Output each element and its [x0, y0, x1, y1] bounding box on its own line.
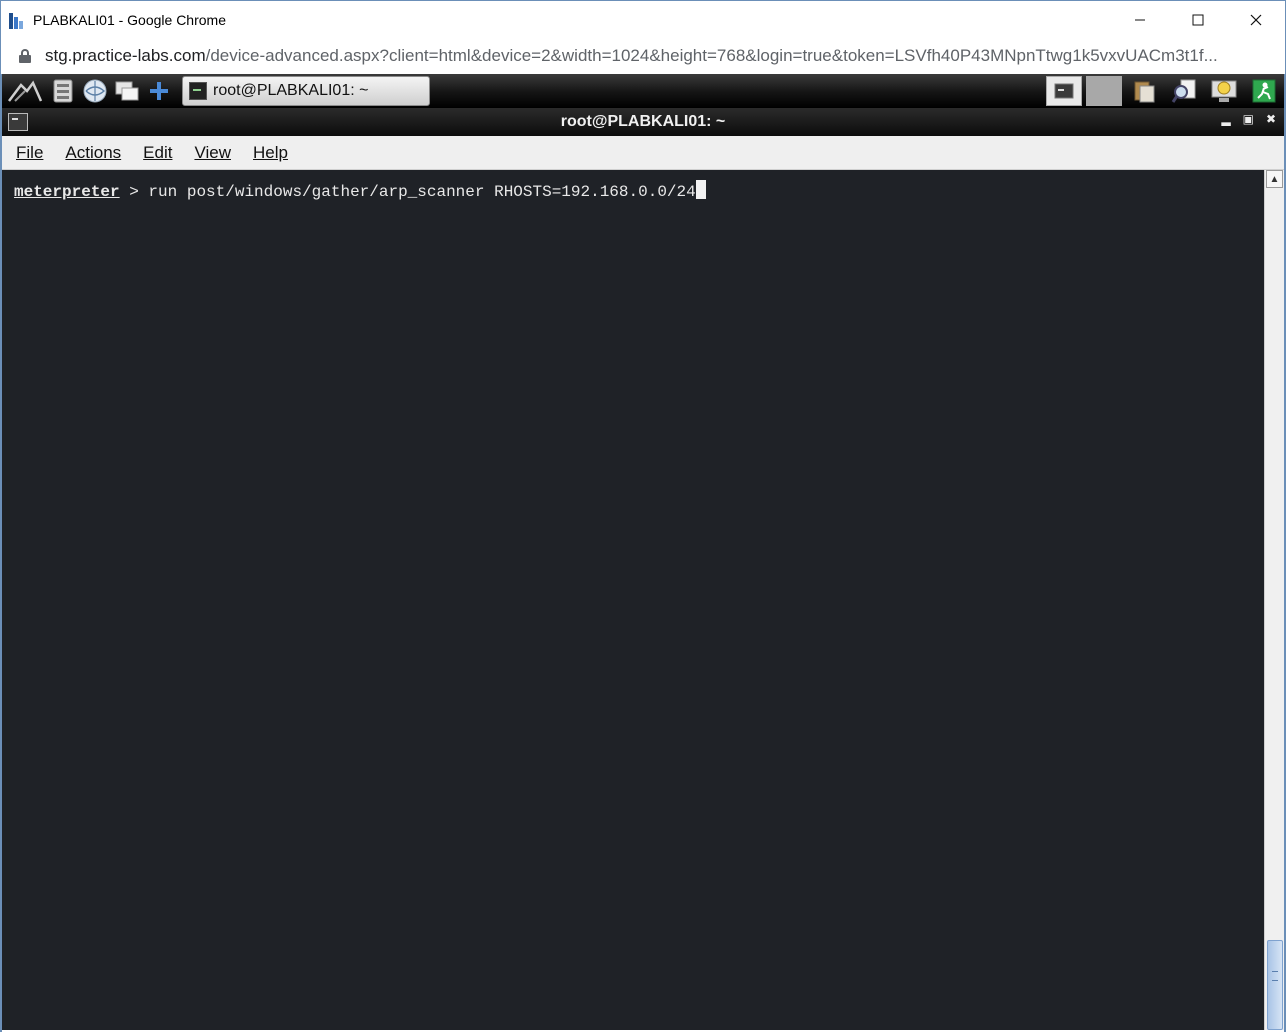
- site-favicon-icon: [9, 11, 23, 29]
- task-label: root@PLABKALI01: ~: [213, 82, 369, 99]
- file-manager-icon[interactable]: [50, 78, 76, 104]
- terminal-window-controls: ▂ ▣ ✖: [1221, 112, 1276, 126]
- search-magnifier-icon[interactable]: [1166, 76, 1202, 106]
- lock-icon[interactable]: [19, 49, 31, 63]
- menu-actions-label: Actions: [65, 142, 122, 162]
- terminal-icon: [189, 82, 207, 100]
- address-bar[interactable]: stg.practice-labs.com/device-advanced.as…: [0, 38, 1286, 74]
- taskbar-terminal-task[interactable]: root@PLABKALI01: ~: [182, 76, 430, 106]
- terminal-menubar: File Actions Edit View Help: [2, 136, 1284, 170]
- logout-exit-icon[interactable]: [1246, 76, 1282, 106]
- system-tray: [1042, 76, 1282, 106]
- menu-edit-label: Edit: [143, 142, 173, 162]
- terminal-close-icon[interactable]: ✖: [1266, 112, 1276, 126]
- menu-view-label: View: [194, 142, 231, 162]
- command-line: meterpreter > run post/windows/gather/ar…: [14, 180, 1264, 203]
- terminal-titlebar: root@PLABKALI01: ~ ▂ ▣ ✖: [2, 108, 1284, 136]
- browser-window-title: PLABKALI01 - Google Chrome: [33, 11, 226, 28]
- show-desktop-icon[interactable]: [114, 78, 140, 104]
- url-host: stg.practice-labs.com: [45, 46, 206, 65]
- terminal-window-icon[interactable]: [8, 113, 28, 131]
- menu-file[interactable]: File: [16, 143, 43, 163]
- menu-file-label: File: [16, 142, 44, 162]
- browser-titlebar: PLABKALI01 - Google Chrome: [0, 0, 1286, 38]
- close-icon: [1250, 14, 1262, 26]
- terminal-minimize-icon[interactable]: ▂: [1221, 112, 1230, 126]
- minimize-button[interactable]: [1111, 1, 1169, 39]
- screensaver-lock-icon[interactable]: [1206, 76, 1242, 106]
- meterpreter-prompt: meterpreter: [14, 183, 120, 201]
- menu-help[interactable]: Help: [253, 143, 288, 163]
- minimize-icon: [1135, 19, 1145, 21]
- terminal-output[interactable]: meterpreter > run post/windows/gather/ar…: [2, 170, 1264, 1030]
- workspace-2-icon[interactable]: [1086, 76, 1122, 106]
- window-controls: [1111, 1, 1285, 39]
- menu-actions[interactable]: Actions: [65, 143, 121, 163]
- clipboard-icon[interactable]: [1126, 76, 1162, 106]
- scroll-up-arrow-icon[interactable]: ▲: [1266, 170, 1283, 188]
- workspace-switcher-icon[interactable]: [1046, 76, 1082, 106]
- menu-help-label: Help: [253, 142, 288, 162]
- terminal-scrollbar[interactable]: ▲: [1264, 170, 1284, 1030]
- typed-command: > run post/windows/gather/arp_scanner RH…: [119, 183, 696, 201]
- terminal-maximize-icon[interactable]: ▣: [1243, 112, 1254, 126]
- kali-menu-icon[interactable]: [6, 78, 44, 104]
- terminal-window-title: root@PLABKALI01: ~: [560, 113, 726, 130]
- browser-globe-icon[interactable]: [82, 78, 108, 104]
- maximize-icon: [1192, 14, 1204, 26]
- text-cursor: [695, 180, 706, 199]
- menu-edit[interactable]: Edit: [143, 143, 172, 163]
- maximize-button[interactable]: [1169, 1, 1227, 39]
- url-path: /device-advanced.aspx?client=html&device…: [205, 46, 1218, 65]
- remote-taskbar: root@PLABKALI01: ~: [2, 74, 1284, 108]
- close-button[interactable]: [1227, 1, 1285, 39]
- url-text[interactable]: stg.practice-labs.com/device-advanced.as…: [45, 46, 1275, 66]
- add-plus-icon[interactable]: [146, 78, 172, 104]
- menu-view[interactable]: View: [194, 143, 231, 163]
- scroll-thumb[interactable]: [1267, 940, 1283, 1030]
